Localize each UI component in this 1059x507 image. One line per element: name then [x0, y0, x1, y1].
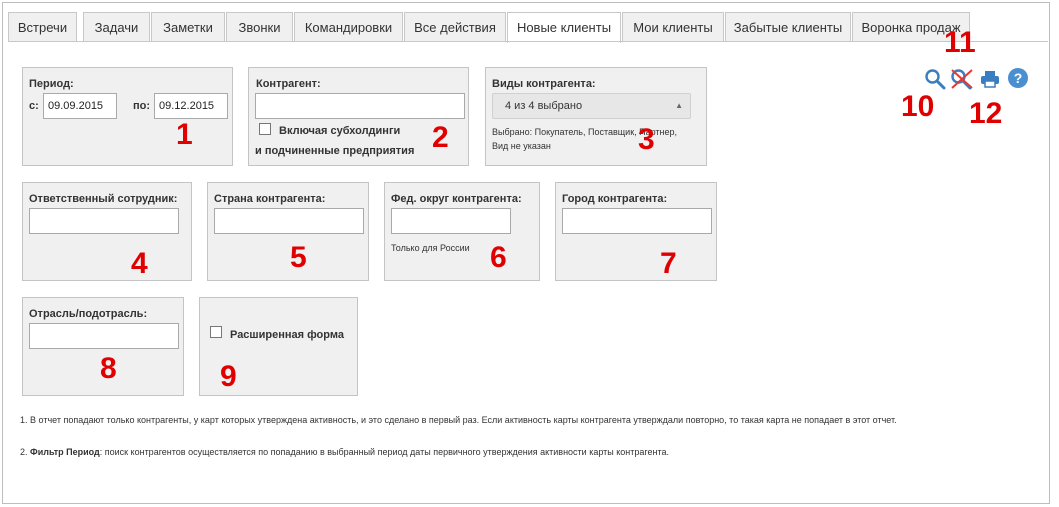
tab-calls[interactable]: Звонки — [226, 12, 293, 41]
counterparty-types-label: Виды контрагента: — [492, 78, 596, 90]
counterparty-types-panel: Виды контрагента: 4 из 4 выбрано ▲ Выбра… — [485, 67, 707, 166]
annotation-10: 10 — [901, 90, 935, 123]
tab-new-clients[interactable]: Новые клиенты — [507, 12, 621, 43]
date-to-input[interactable] — [154, 93, 228, 119]
industry-label: Отрасль/подотрасль: — [29, 308, 148, 320]
annotation-8: 8 — [100, 352, 117, 385]
print-icon[interactable] — [980, 69, 1000, 89]
country-panel: Страна контрагента: 5 — [207, 182, 369, 281]
federal-district-hint: Только для России — [391, 243, 470, 253]
industry-panel: Отрасль/подотрасль: 8 — [22, 297, 184, 396]
note-1: 1. В отчет попадают только контрагенты, … — [20, 415, 897, 425]
to-label: по: — [133, 100, 151, 112]
responsible-label: Ответственный сотрудник: — [29, 193, 178, 205]
federal-district-label: Фед. округ контрагента: — [391, 193, 522, 205]
annotation-3: 3 — [638, 123, 655, 156]
counterparty-types-selected-text: 4 из 4 выбрано — [505, 100, 583, 112]
annotation-12: 12 — [969, 97, 1003, 130]
annotation-2: 2 — [432, 121, 449, 154]
responsible-panel: Ответственный сотрудник: 4 — [22, 182, 192, 281]
note-2-prefix: 2. — [20, 447, 31, 457]
annotation-5: 5 — [290, 241, 307, 274]
tab-divider — [8, 41, 1048, 42]
federal-district-input[interactable] — [391, 208, 511, 234]
tab-trips[interactable]: Командировки — [294, 12, 403, 41]
tab-all-actions[interactable]: Все действия — [404, 12, 506, 41]
counterparty-label: Контрагент: — [256, 78, 321, 90]
tab-tasks[interactable]: Задачи — [83, 12, 150, 41]
country-input[interactable] — [214, 208, 364, 234]
industry-input[interactable] — [29, 323, 179, 349]
federal-district-panel: Фед. округ контрагента: Только для Росси… — [384, 182, 540, 281]
include-subsidiaries-label: и подчиненные предприятия — [255, 145, 415, 157]
search-icon[interactable] — [924, 68, 946, 90]
tab-forgotten-clients[interactable]: Забытые клиенты — [725, 12, 851, 41]
annotation-1: 1 — [176, 118, 193, 151]
annotation-9: 9 — [220, 360, 237, 393]
svg-text:?: ? — [1014, 70, 1023, 86]
note-2-rest: : поиск контрагентов осуществляется по п… — [99, 447, 669, 457]
extended-form-checkbox[interactable] — [210, 326, 222, 338]
city-panel: Город контрагента: 7 — [555, 182, 717, 281]
annotation-7: 7 — [660, 247, 677, 280]
extended-form-panel: Расширенная форма 9 — [199, 297, 358, 396]
include-subholdings-label: Включая субхолдинги — [279, 125, 401, 137]
country-label: Страна контрагента: — [214, 193, 326, 205]
counterparty-panel: Контрагент: Включая субхолдинги и подчин… — [248, 67, 469, 166]
tab-notes[interactable]: Заметки — [151, 12, 225, 41]
counterparty-input[interactable] — [255, 93, 465, 119]
tab-meetings[interactable]: Встречи — [8, 12, 77, 41]
annotation-11: 11 — [944, 26, 976, 59]
city-input[interactable] — [562, 208, 712, 234]
counterparty-types-select[interactable]: 4 из 4 выбрано ▲ — [492, 93, 691, 119]
note-2: 2. Фильтр Период: поиск контрагентов осу… — [20, 447, 669, 457]
date-from-input[interactable] — [43, 93, 117, 119]
annotation-6: 6 — [490, 241, 507, 274]
include-subholdings-checkbox[interactable] — [259, 123, 271, 135]
tab-my-clients[interactable]: Мои клиенты — [622, 12, 724, 41]
city-label: Город контрагента: — [562, 193, 668, 205]
annotation-4: 4 — [131, 247, 148, 280]
period-panel: Период: с: по: 1 — [22, 67, 233, 166]
updown-arrow-icon: ▲ — [675, 101, 683, 110]
counterparty-types-summary-line2: Вид не указан — [492, 141, 551, 151]
period-label: Период: — [29, 78, 74, 90]
help-icon[interactable]: ? — [1007, 67, 1029, 89]
extended-form-label: Расширенная форма — [230, 329, 344, 341]
responsible-input[interactable] — [29, 208, 179, 234]
clear-filter-icon[interactable] — [950, 68, 974, 90]
note-2-bold: Фильтр Период — [30, 447, 100, 457]
from-label: с: — [29, 100, 39, 112]
